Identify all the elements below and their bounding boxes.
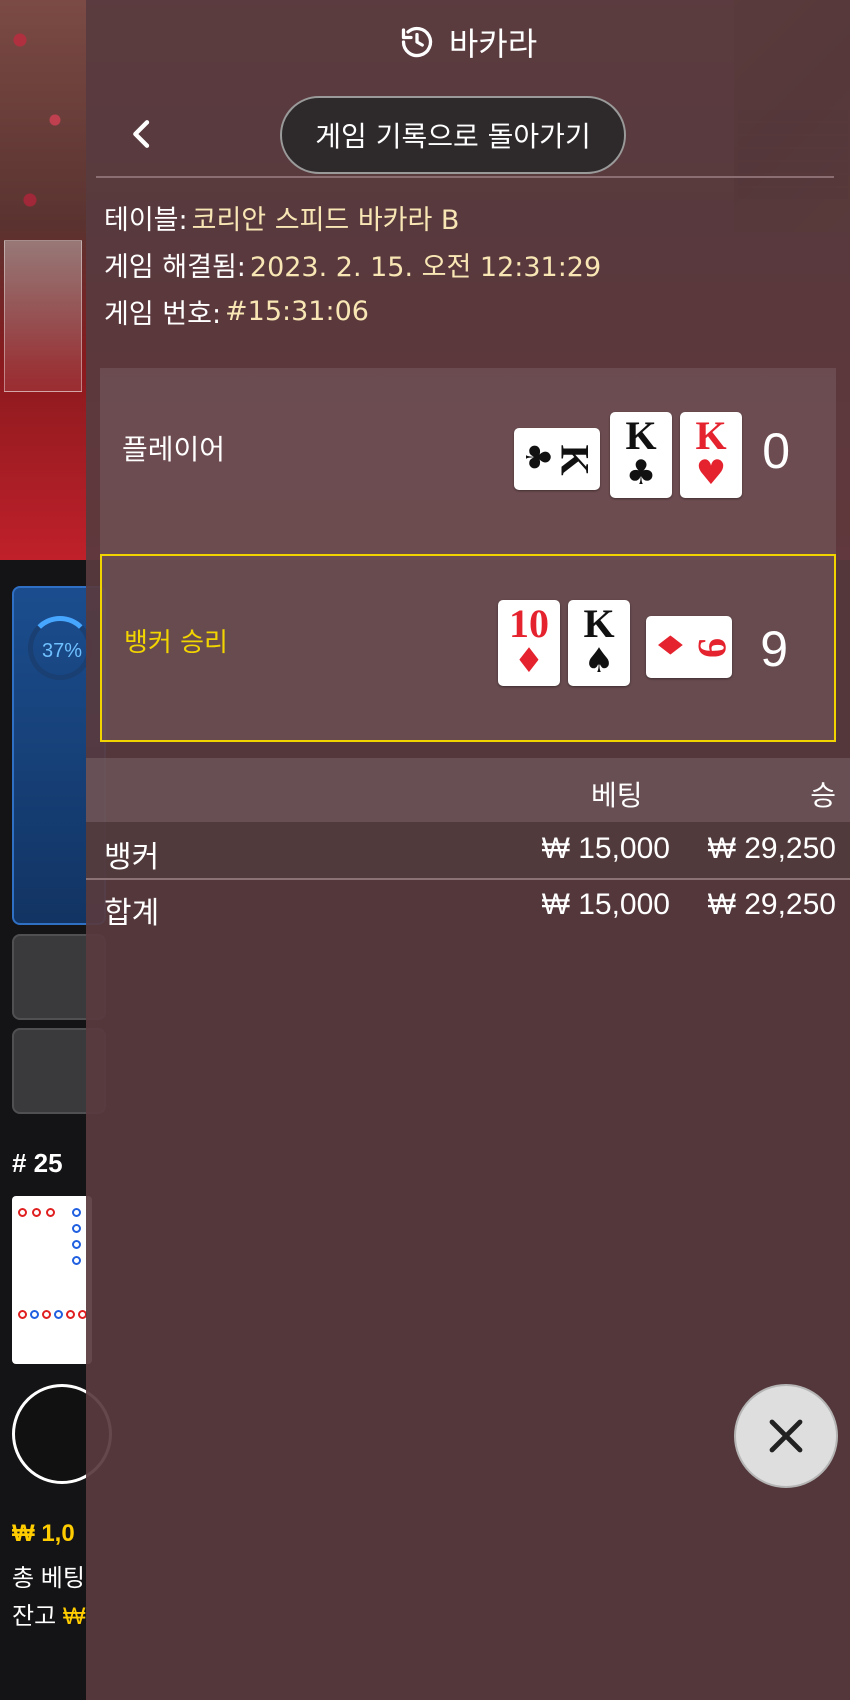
card-rank: K	[552, 444, 598, 476]
player-label: 플레이어	[122, 433, 226, 466]
panel-header: 바카라	[86, 0, 850, 84]
total-bet-label: 총 베팅	[12, 1565, 85, 1592]
road-dot	[72, 1208, 81, 1217]
player-score: 0	[762, 423, 790, 479]
bet-name: 뱅커	[104, 841, 160, 874]
card-suit: ♦	[513, 641, 545, 681]
road-dot	[18, 1310, 27, 1319]
game-number-label: 게임 번호:	[104, 299, 222, 330]
road-dot	[66, 1310, 75, 1319]
table-info: 테이블: 코리안 스피드 바카라 B	[104, 194, 832, 241]
playing-card: K ♣	[610, 412, 672, 498]
total-row: 합계 ₩ 15,000 ₩ 29,250	[86, 878, 850, 934]
divider	[96, 176, 834, 178]
bet-column-header: 베팅	[591, 779, 643, 812]
road-dot	[32, 1208, 41, 1217]
player-result: 플레이어 ♣ K K ♣ K ♥ 0	[100, 368, 836, 554]
history-icon	[401, 26, 432, 58]
playing-card: 10 ♦	[498, 600, 560, 686]
playing-card: ♣ K	[514, 428, 600, 490]
panel-title: 바카라	[448, 25, 538, 63]
close-button[interactable]	[734, 1384, 838, 1488]
playing-card: K ♠	[568, 600, 630, 686]
road-dot	[18, 1208, 27, 1217]
remaining-value: ₩	[62, 1603, 86, 1630]
resolved-label: 게임 해결됨:	[104, 252, 246, 283]
win-column-header: 승	[810, 779, 836, 812]
playing-card: ♦ 9	[646, 616, 732, 678]
road-dot	[54, 1310, 63, 1319]
round-number: # 25	[12, 1148, 63, 1178]
win-amount: ₩ 29,250	[707, 832, 836, 865]
total-win: ₩ 29,250	[707, 888, 836, 921]
card-suit: ♣	[517, 441, 558, 473]
resolved-value: 2023. 2. 15. 오전 12:31:29	[249, 252, 602, 283]
card-shoe	[4, 240, 82, 392]
card-suit: ♦	[649, 629, 690, 661]
back-to-history-button[interactable]: 게임 기록으로 돌아가기	[280, 96, 626, 174]
card-rank: K	[583, 601, 615, 646]
card-suit: ♣	[625, 453, 657, 493]
game-number-value: #15:31:06	[225, 296, 369, 327]
total-bet: ₩ 15,000	[541, 888, 670, 921]
game-info: 테이블: 코리안 스피드 바카라 B 게임 해결됨: 2023. 2. 15. …	[86, 194, 850, 335]
table-value: 코리안 스피드 바카라 B	[191, 205, 460, 236]
bead-road	[12, 1196, 92, 1364]
resolved-info: 게임 해결됨: 2023. 2. 15. 오전 12:31:29	[104, 241, 832, 288]
card-rank: K	[695, 413, 727, 458]
close-icon	[769, 1419, 803, 1453]
road-dot	[46, 1208, 55, 1217]
table-label: 테이블:	[104, 205, 188, 236]
card-suit: ♥	[695, 453, 727, 493]
balance: ₩ 1,0	[12, 1520, 75, 1547]
road-dot	[72, 1256, 81, 1265]
road-dot	[72, 1224, 81, 1233]
banker-result: 뱅커 승리 10 ♦ K ♠ ♦ 9 9	[100, 554, 836, 742]
card-rank: K	[625, 413, 657, 458]
timer-percent: 37%	[42, 640, 83, 662]
bet-amount: ₩ 15,000	[541, 832, 670, 865]
card-suit: ♠	[583, 641, 615, 681]
total-label: 합계	[104, 897, 160, 930]
remaining-label: 잔고	[12, 1603, 57, 1630]
panel-nav: 게임 기록으로 돌아가기	[86, 84, 850, 194]
road-dot	[42, 1310, 51, 1319]
card-rank: 9	[690, 638, 732, 658]
game-history-panel: 바카라 게임 기록으로 돌아가기 테이블: 코리안 스피드 바카라 B 게임 해…	[86, 0, 850, 1700]
game-number-info: 게임 번호: #15:31:06	[104, 288, 832, 335]
playing-card: K ♥	[680, 412, 742, 498]
card-rank: 10	[509, 601, 549, 646]
road-dot	[72, 1240, 81, 1249]
remaining-balance: 잔고 ₩	[12, 1596, 86, 1631]
road-dot	[30, 1310, 39, 1319]
table-row: 뱅커 ₩ 15,000 ₩ 29,250	[86, 822, 850, 880]
back-chevron-icon[interactable]	[122, 114, 162, 154]
banker-win-label: 뱅커 승리	[124, 628, 228, 658]
bets-table-header: 베팅 승	[86, 758, 850, 822]
banker-score: 9	[760, 621, 788, 677]
